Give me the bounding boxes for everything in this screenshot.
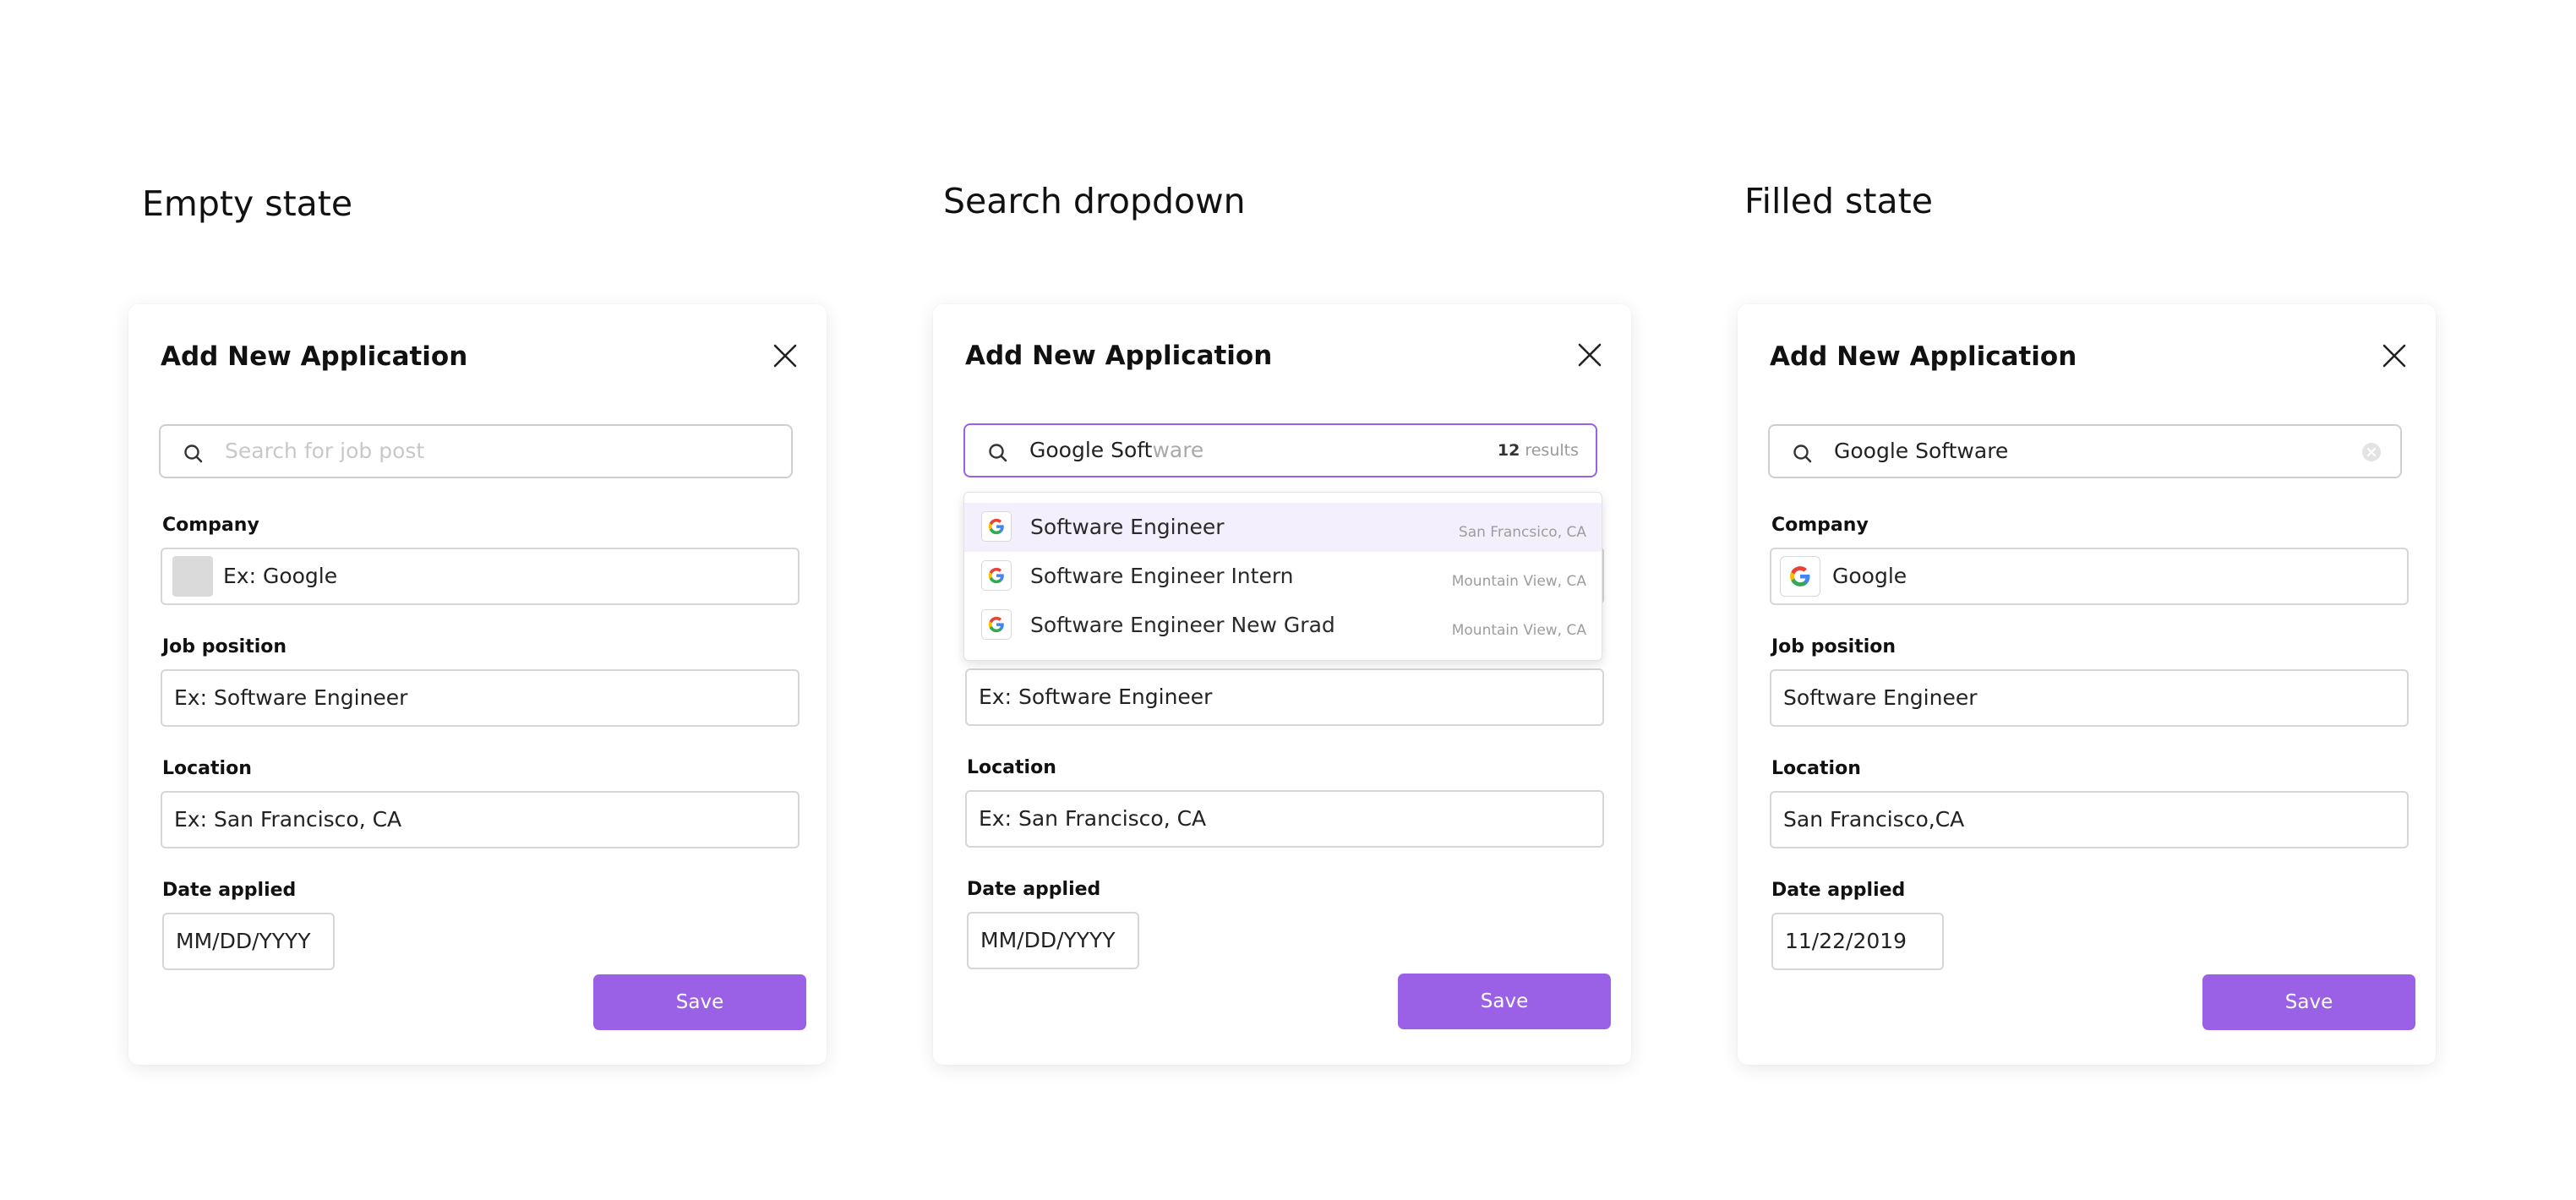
date-applied-placeholder: MM/DD/YYYY (980, 928, 1116, 952)
search-icon (989, 444, 1007, 462)
google-icon (988, 518, 1004, 535)
google-icon (1790, 566, 1810, 586)
search-typed-text: Google Soft (1029, 438, 1153, 462)
dropdown-option-location: Mountain View, CA (1451, 622, 1586, 639)
company-field[interactable]: Ex: Google (161, 548, 800, 605)
dropdown-option[interactable]: Software Engineer San Francsico, CA (964, 503, 1602, 552)
google-logo (981, 609, 1012, 640)
dialog-filled-state: Add New Application Google Software Comp… (1738, 304, 2436, 1065)
dropdown-option[interactable]: Software Engineer New Grad Mountain View… (964, 601, 1602, 650)
location-field[interactable]: San Francisco,CA (1770, 791, 2409, 848)
search-value: Google Software (1834, 439, 2009, 463)
location-value: San Francisco,CA (1783, 807, 1965, 832)
close-icon (1578, 343, 1602, 367)
date-applied-field[interactable]: MM/DD/YYYY (967, 912, 1139, 969)
company-logo (1780, 556, 1820, 597)
date-applied-field[interactable]: 11/22/2019 (1771, 913, 1944, 970)
job-search-input[interactable]: Google Software (1768, 424, 2402, 478)
job-position-placeholder: Ex: Software Engineer (174, 685, 408, 710)
location-label: Location (1771, 758, 1861, 779)
company-placeholder: Ex: Google (223, 564, 338, 588)
date-applied-label: Date applied (1771, 880, 1906, 901)
company-field[interactable]: Google (1770, 548, 2409, 605)
date-applied-value: 11/22/2019 (1785, 929, 1907, 953)
section-heading-search-dropdown: Search dropdown (943, 181, 1246, 221)
results-count-label: results (1525, 441, 1579, 460)
google-icon (988, 616, 1004, 633)
save-button[interactable]: Save (2202, 974, 2415, 1030)
dropdown-option[interactable]: Software Engineer Intern Mountain View, … (964, 552, 1602, 601)
google-logo (981, 511, 1012, 542)
job-position-field[interactable]: Ex: Software Engineer (965, 668, 1604, 726)
search-results-dropdown: Software Engineer San Francsico, CA Soft… (963, 492, 1602, 661)
dropdown-option-location: San Francsico, CA (1458, 524, 1586, 541)
location-label: Location (967, 757, 1056, 778)
search-icon (184, 445, 203, 463)
job-position-value: Software Engineer (1783, 685, 1978, 710)
location-field[interactable]: Ex: San Francisco, CA (161, 791, 800, 848)
company-value: Google (1832, 564, 1907, 588)
section-heading-empty-state: Empty state (142, 183, 353, 224)
date-applied-field[interactable]: MM/DD/YYYY (162, 913, 335, 970)
close-icon (2382, 344, 2406, 368)
dropdown-option-location: Mountain View, CA (1451, 573, 1586, 590)
dialog-title: Add New Application (1770, 341, 2077, 372)
job-position-label: Job position (162, 636, 287, 657)
location-placeholder: Ex: San Francisco, CA (979, 806, 1207, 831)
job-position-field[interactable]: Software Engineer (1770, 669, 2409, 727)
close-button[interactable] (771, 341, 800, 370)
results-count-number: 12 (1497, 441, 1520, 460)
search-placeholder: Search for job post (225, 439, 425, 463)
location-placeholder: Ex: San Francisco, CA (174, 807, 402, 832)
close-button[interactable] (1575, 341, 1604, 369)
dropdown-option-title: Software Engineer New Grad (1030, 613, 1335, 637)
close-icon (773, 344, 797, 368)
date-applied-label: Date applied (162, 880, 297, 901)
dropdown-option-title: Software Engineer Intern (1030, 564, 1294, 588)
search-query: Google Software (1029, 425, 1203, 476)
company-label: Company (1771, 515, 1869, 536)
section-heading-filled-state: Filled state (1744, 181, 1933, 221)
close-button[interactable] (2380, 341, 2409, 370)
job-position-placeholder: Ex: Software Engineer (979, 685, 1213, 709)
job-position-label: Job position (1771, 636, 1897, 657)
date-applied-placeholder: MM/DD/YYYY (176, 929, 311, 953)
date-applied-label: Date applied (967, 879, 1101, 900)
location-label: Location (162, 758, 252, 779)
dialog-empty-state: Add New Application Search for job post … (128, 304, 827, 1065)
dialog-title: Add New Application (965, 341, 1273, 371)
save-button[interactable]: Save (593, 974, 806, 1030)
search-icon (1793, 445, 1812, 463)
job-position-field[interactable]: Ex: Software Engineer (161, 669, 800, 727)
company-label: Company (162, 515, 259, 536)
save-button[interactable]: Save (1398, 974, 1611, 1029)
search-autocomplete-suggestion: ware (1152, 438, 1204, 462)
clear-search-icon[interactable] (2361, 442, 2382, 462)
dialog-search-dropdown: Add New Application Google Software 12 r… (933, 304, 1631, 1065)
dropdown-option-title: Software Engineer (1030, 515, 1225, 539)
company-logo-placeholder (172, 556, 213, 597)
job-search-input[interactable]: Google Software 12 results (963, 423, 1597, 477)
job-search-input[interactable]: Search for job post (159, 424, 793, 478)
google-logo (981, 560, 1012, 591)
google-icon (988, 567, 1004, 584)
results-count: 12 results (1498, 425, 1579, 476)
dialog-title: Add New Application (161, 341, 468, 372)
location-field[interactable]: Ex: San Francisco, CA (965, 790, 1604, 848)
